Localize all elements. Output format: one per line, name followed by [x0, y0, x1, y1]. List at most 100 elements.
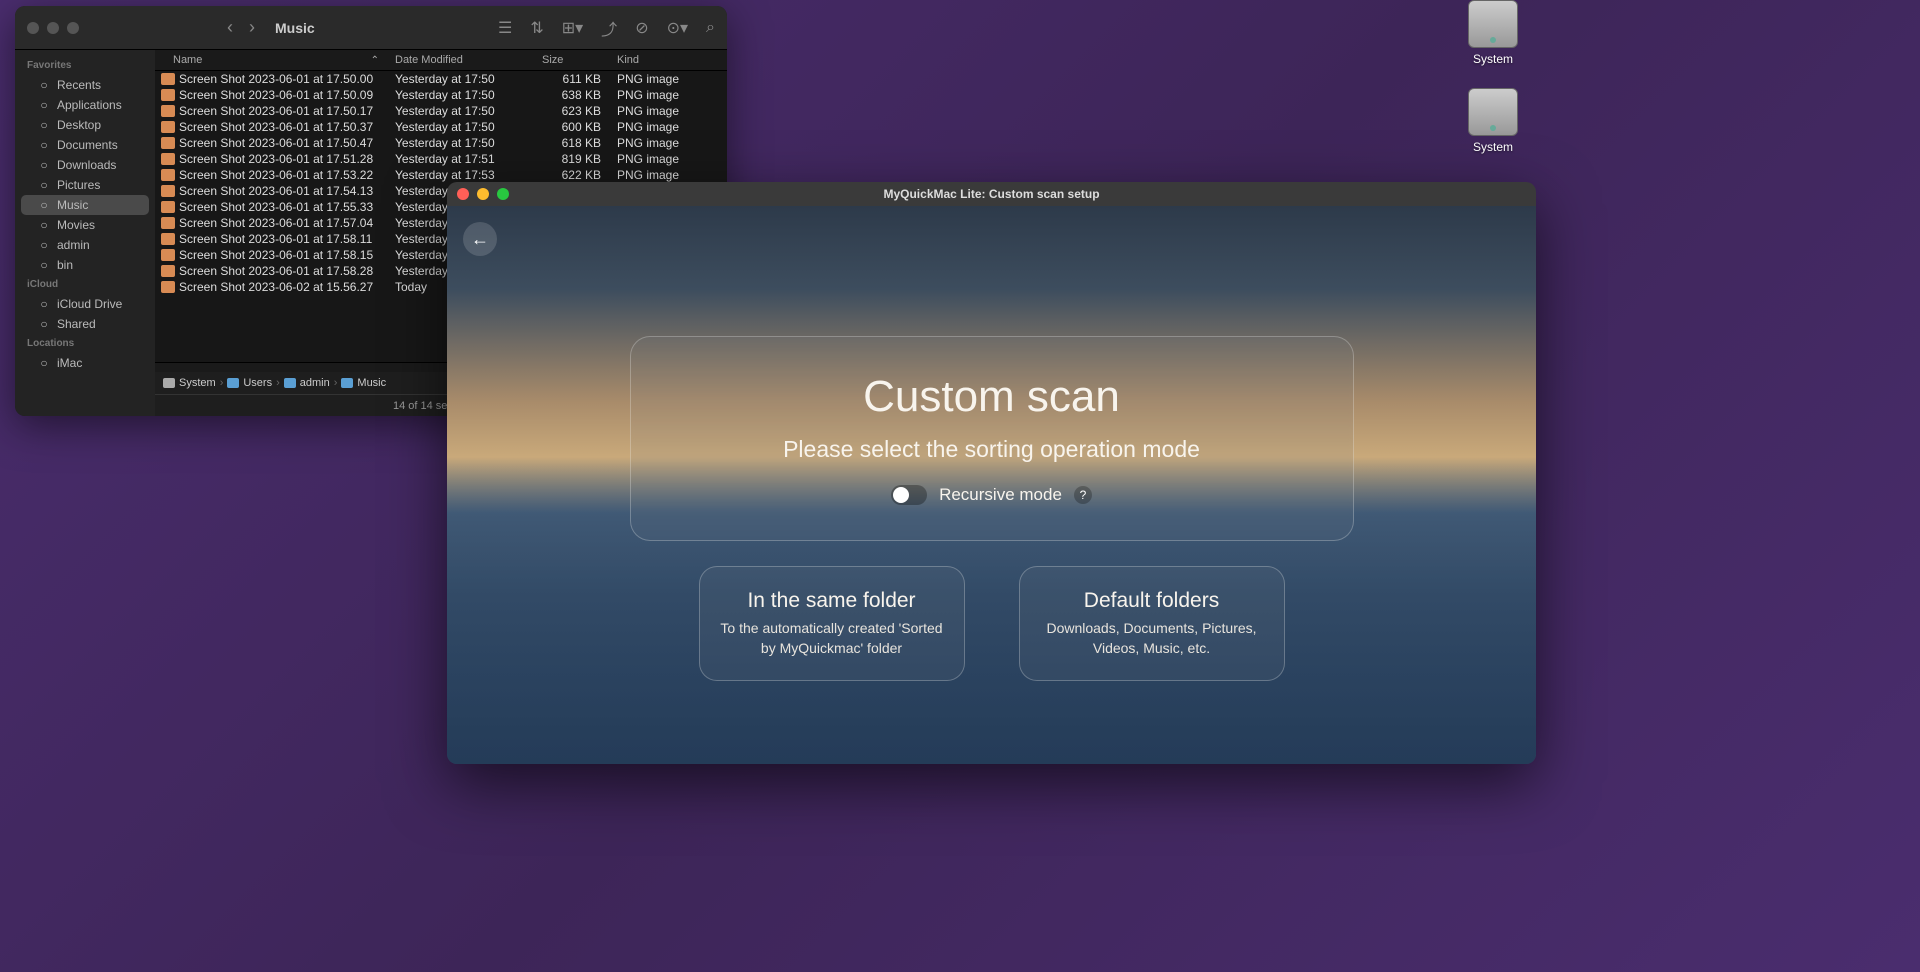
table-row[interactable]: Screen Shot 2023-06-01 at 17.53.22 Yeste… — [155, 167, 727, 183]
toolbar-right: ☰ ⇅ ⊞▾ ⤴ ⊘ ⊙▾ ⌕ — [498, 16, 715, 40]
pathbar-segment[interactable]: System — [163, 377, 216, 389]
help-icon[interactable]: ? — [1074, 486, 1092, 504]
option-title: In the same folder — [747, 589, 915, 613]
table-row[interactable]: Screen Shot 2023-06-01 at 17.50.47 Yeste… — [155, 135, 727, 151]
sidebar-item-downloads[interactable]: ○Downloads — [15, 155, 155, 175]
sidebar-item-music[interactable]: ○Music — [21, 195, 149, 215]
image-file-icon — [161, 185, 175, 197]
sidebar-item-icloud-drive[interactable]: ○ iCloud Drive — [15, 294, 155, 314]
file-name-cell: Screen Shot 2023-06-01 at 17.58.15 — [155, 248, 387, 262]
image-file-icon — [161, 73, 175, 85]
option-title: Default folders — [1084, 589, 1219, 613]
file-name-cell: Screen Shot 2023-06-01 at 17.58.11 — [155, 232, 387, 246]
drive-label: System — [1473, 140, 1513, 154]
file-name-cell: Screen Shot 2023-06-01 at 17.50.00 — [155, 72, 387, 86]
file-name-cell: Screen Shot 2023-06-01 at 17.50.47 — [155, 136, 387, 150]
toggle-knob — [893, 487, 909, 503]
recursive-mode-toggle[interactable] — [891, 485, 927, 505]
image-file-icon — [161, 217, 175, 229]
table-row[interactable]: Screen Shot 2023-06-01 at 17.51.28 Yeste… — [155, 151, 727, 167]
file-name-cell: Screen Shot 2023-06-01 at 17.57.04 — [155, 216, 387, 230]
view-options-icon[interactable]: ⇅ — [530, 18, 543, 38]
search-icon[interactable]: ⌕ — [706, 19, 715, 37]
desktop-drive-2[interactable]: System — [1468, 88, 1518, 154]
table-row[interactable]: Screen Shot 2023-06-01 at 17.50.00 Yeste… — [155, 71, 727, 87]
option-default-folders[interactable]: Default folders Downloads, Documents, Pi… — [1019, 566, 1285, 681]
back-arrow-icon: ← — [471, 229, 489, 250]
sidebar-item-applications[interactable]: ○Applications — [15, 95, 155, 115]
file-name-cell: Screen Shot 2023-06-01 at 17.50.37 — [155, 120, 387, 134]
table-row[interactable]: Screen Shot 2023-06-01 at 17.50.37 Yeste… — [155, 119, 727, 135]
sidebar-item-bin[interactable]: ○bin — [15, 255, 155, 275]
sidebar-item-label: iCloud Drive — [57, 297, 122, 311]
file-name: Screen Shot 2023-06-01 at 17.50.37 — [179, 120, 373, 134]
column-headers: Name ⌃ Date Modified Size Kind — [155, 50, 727, 71]
sidebar-section-header: Locations — [15, 334, 155, 353]
fullscreen-button[interactable] — [67, 22, 79, 34]
sidebar-item-desktop[interactable]: ○Desktop — [15, 115, 155, 135]
file-date-cell: Yesterday at 17:53 — [387, 168, 534, 182]
action-icon[interactable]: ⊙▾ — [667, 18, 688, 38]
file-name: Screen Shot 2023-06-01 at 17.50.00 — [179, 72, 373, 86]
chevron-right-icon: › — [276, 377, 280, 389]
sidebar-item-imac[interactable]: ○iMac — [15, 353, 155, 373]
forward-arrow-icon[interactable]: › — [249, 17, 255, 38]
sidebar-item-label: Documents — [57, 138, 118, 152]
sidebar-item-label: admin — [57, 238, 90, 252]
file-date-cell: Yesterday at 17:50 — [387, 136, 534, 150]
desktop-drive-1[interactable]: System — [1468, 0, 1518, 66]
file-date-cell: Yesterday at 17:50 — [387, 104, 534, 118]
share-icon[interactable]: ⤴ — [601, 16, 617, 40]
sort-caret-icon: ⌃ — [371, 55, 379, 66]
image-file-icon — [161, 265, 175, 277]
image-file-icon — [161, 233, 175, 245]
file-name-cell: Screen Shot 2023-06-01 at 17.53.22 — [155, 168, 387, 182]
file-date-cell: Yesterday at 17:50 — [387, 72, 534, 86]
sidebar-item-pictures[interactable]: ○Pictures — [15, 175, 155, 195]
back-arrow-icon[interactable]: ‹ — [227, 17, 233, 38]
folder-icon: ○ — [37, 178, 51, 192]
back-button[interactable]: ← — [463, 222, 497, 256]
fullscreen-button[interactable] — [497, 188, 509, 200]
minimize-button[interactable] — [477, 188, 489, 200]
file-kind-cell: PNG image — [609, 152, 727, 166]
pathbar-segment[interactable]: Users — [227, 377, 272, 389]
app-titlebar[interactable]: MyQuickMac Lite: Custom scan setup — [447, 182, 1536, 206]
grid-icon[interactable]: ⊞▾ — [562, 18, 583, 38]
minimize-button[interactable] — [47, 22, 59, 34]
image-file-icon — [161, 201, 175, 213]
column-header-kind[interactable]: Kind — [609, 54, 727, 66]
file-kind-cell: PNG image — [609, 120, 727, 134]
column-header-size[interactable]: Size — [534, 54, 609, 66]
sidebar-item-documents[interactable]: ○Documents — [15, 135, 155, 155]
view-list-icon[interactable]: ☰ — [498, 18, 512, 38]
column-header-date[interactable]: Date Modified — [387, 54, 534, 66]
column-header-name[interactable]: Name ⌃ — [155, 54, 387, 66]
option-subtitle: Downloads, Documents, Pictures, Videos, … — [1038, 619, 1266, 658]
pathbar-segment[interactable]: admin — [284, 377, 330, 389]
folder-icon: ○ — [37, 297, 51, 311]
file-name-cell: Screen Shot 2023-06-01 at 17.51.28 — [155, 152, 387, 166]
close-button[interactable] — [27, 22, 39, 34]
close-button[interactable] — [457, 188, 469, 200]
sidebar-item-movies[interactable]: ○Movies — [15, 215, 155, 235]
image-file-icon — [161, 105, 175, 117]
table-row[interactable]: Screen Shot 2023-06-01 at 17.50.09 Yeste… — [155, 87, 727, 103]
file-name: Screen Shot 2023-06-01 at 17.54.13 — [179, 184, 373, 198]
sidebar-item-admin[interactable]: ○admin — [15, 235, 155, 255]
sidebar-item-recents[interactable]: ○Recents — [15, 75, 155, 95]
chevron-right-icon: › — [220, 377, 224, 389]
folder-icon: ○ — [37, 118, 51, 132]
tag-icon[interactable]: ⊘ — [635, 18, 648, 38]
file-name-cell: Screen Shot 2023-06-01 at 17.58.28 — [155, 264, 387, 278]
drive-icon — [163, 378, 175, 388]
file-name: Screen Shot 2023-06-01 at 17.57.04 — [179, 216, 373, 230]
finder-titlebar[interactable]: ‹ › Music ☰ ⇅ ⊞▾ ⤴ ⊘ ⊙▾ ⌕ — [15, 6, 727, 50]
pathbar-segment[interactable]: Music — [341, 377, 386, 389]
sidebar-item-label: bin — [57, 258, 73, 272]
file-name-cell: Screen Shot 2023-06-01 at 17.55.33 — [155, 200, 387, 214]
option-same-folder[interactable]: In the same folder To the automatically … — [699, 566, 965, 681]
table-row[interactable]: Screen Shot 2023-06-01 at 17.50.17 Yeste… — [155, 103, 727, 119]
finder-sidebar: Favorites○Recents○Applications○Desktop○D… — [15, 50, 155, 416]
sidebar-item-shared[interactable]: ○Shared — [15, 314, 155, 334]
